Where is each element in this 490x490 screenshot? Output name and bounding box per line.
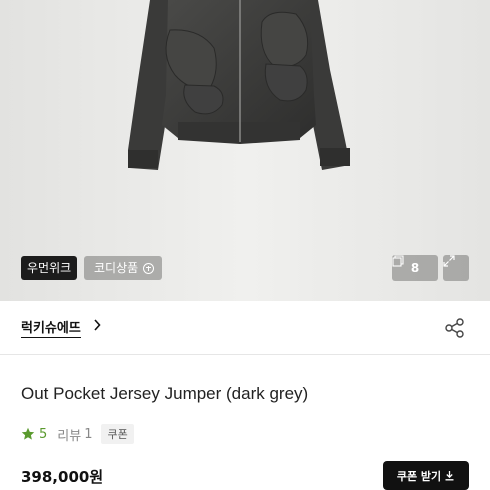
brand-row[interactable]: 럭키슈에뜨 (0, 301, 490, 355)
image-count: 8 (410, 261, 420, 275)
plus-circle-icon (143, 262, 155, 274)
share-icon[interactable] (444, 317, 466, 339)
image-count-button[interactable]: 8 (392, 255, 438, 281)
star-icon (21, 427, 35, 440)
brand-tag-badge[interactable]: 우먼위크 (21, 256, 78, 280)
get-coupon-label: 쿠폰 받기 (396, 469, 442, 483)
review-link[interactable]: 리뷰 (57, 425, 81, 444)
expand-icon (443, 255, 455, 267)
expand-button[interactable] (443, 255, 469, 281)
chevron-right-icon (94, 319, 101, 331)
product-title: Out Pocket Jersey Jumper (dark grey) (21, 384, 309, 403)
gallery-icon (392, 255, 404, 267)
coupon-badge: 쿠폰 (101, 424, 134, 444)
rating-score: 5 (39, 426, 48, 442)
coordi-products-button[interactable]: 코디상품 (84, 256, 163, 280)
get-coupon-button[interactable]: 쿠폰 받기 (383, 461, 469, 490)
rating-row: 5 리뷰 1 쿠폰 (21, 424, 134, 444)
brand-name-link[interactable]: 럭키슈에뜨 (21, 317, 81, 338)
product-image[interactable]: 우먼위크 코디상품 8 (0, 0, 490, 301)
product-price: 398,000원 (21, 468, 104, 486)
download-icon (445, 471, 454, 481)
review-count: 1 (84, 426, 93, 442)
coordi-products-label: 코디상품 (94, 261, 139, 275)
